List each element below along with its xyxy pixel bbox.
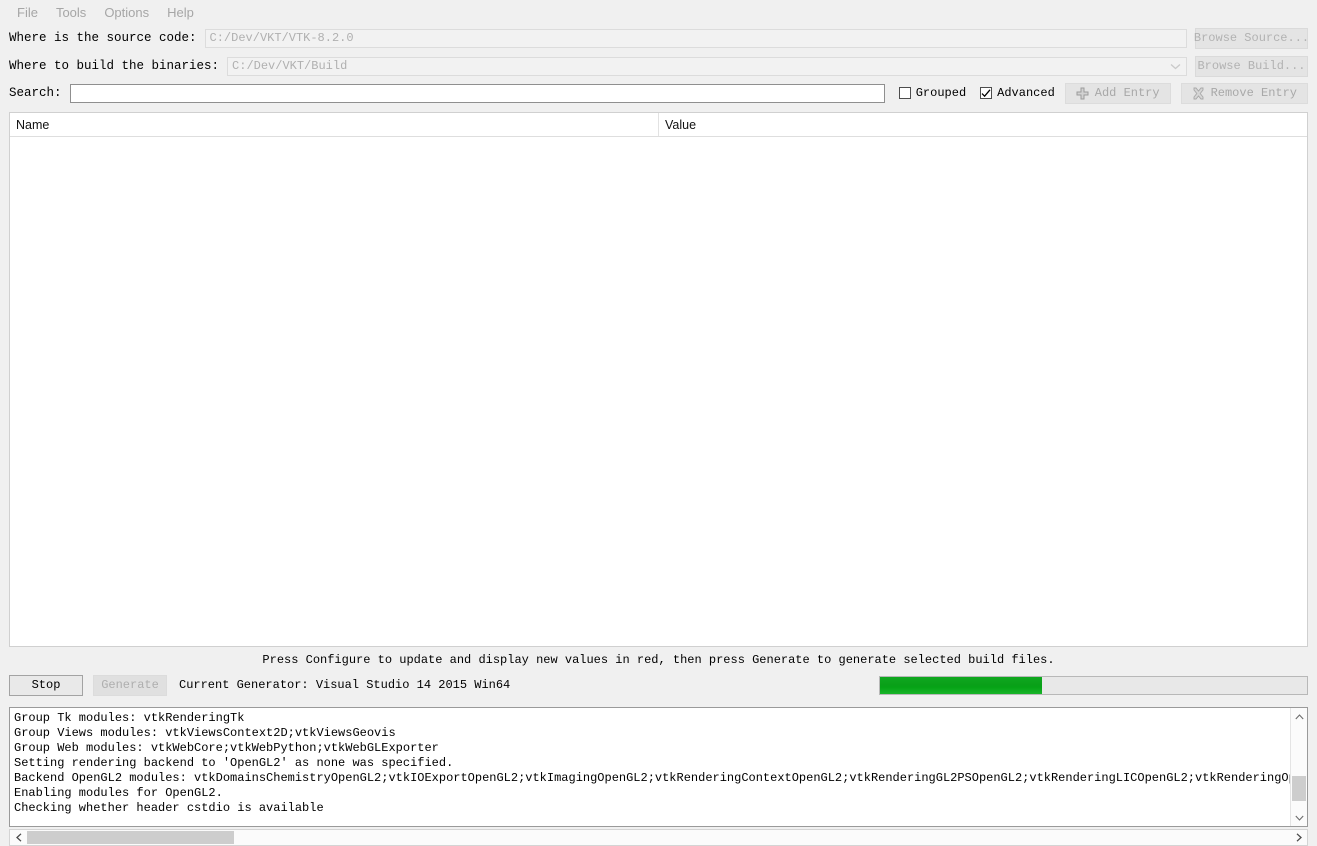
grouped-checkbox-box[interactable]	[898, 87, 911, 99]
scroll-right-icon[interactable]	[1290, 833, 1307, 842]
table-body[interactable]	[10, 137, 1307, 646]
search-label: Search:	[9, 86, 62, 100]
scroll-up-icon[interactable]	[1291, 708, 1307, 725]
plus-icon	[1076, 87, 1089, 100]
advanced-checkbox-label: Advanced	[997, 86, 1055, 100]
build-path-value: C:/Dev/VKT/Build	[232, 59, 348, 73]
log-vertical-scrollbar[interactable]	[1290, 708, 1307, 826]
remove-entry-label: Remove Entry	[1210, 86, 1297, 100]
table-header-row: Name Value	[10, 113, 1307, 137]
log-line: Backend OpenGL2 modules: vtkDomainsChemi…	[14, 771, 1290, 785]
progress-bar-fill	[880, 676, 1043, 694]
stop-button[interactable]: Stop	[9, 674, 83, 696]
log-hscroll-thumb[interactable]	[27, 831, 234, 844]
log-line: Group Web modules: vtkWebCore;vtkWebPyth…	[14, 741, 439, 755]
log-line: Setting rendering backend to 'OpenGL2' a…	[14, 756, 454, 770]
column-header-name[interactable]: Name	[10, 113, 659, 136]
log-vscroll-thumb[interactable]	[1292, 776, 1306, 801]
source-path-input[interactable]: C:/Dev/VKT/VTK-8.2.0	[204, 28, 1187, 48]
build-path-row: Where to build the binaries: C:/Dev/VKT/…	[9, 52, 1308, 80]
column-header-value[interactable]: Value	[659, 113, 1307, 136]
menu-options[interactable]: Options	[95, 3, 158, 22]
scroll-down-icon[interactable]	[1291, 809, 1307, 826]
build-path-label: Where to build the binaries:	[9, 59, 220, 73]
log-text-area[interactable]: Group Tk modules: vtkRenderingTk Group V…	[10, 708, 1290, 826]
log-output-panel[interactable]: Group Tk modules: vtkRenderingTk Group V…	[9, 707, 1308, 827]
search-input[interactable]	[69, 83, 885, 103]
source-path-label: Where is the source code:	[9, 31, 197, 45]
menu-tools[interactable]: Tools	[47, 3, 95, 22]
menu-bar: File Tools Options Help	[0, 0, 1317, 24]
build-path-combo[interactable]: C:/Dev/VKT/Build	[227, 56, 1187, 76]
path-form: Where is the source code: C:/Dev/VKT/VTK…	[0, 24, 1317, 106]
current-generator-label: Current Generator: Visual Studio 14 2015…	[179, 678, 511, 692]
menu-file[interactable]: File	[8, 3, 47, 22]
browse-build-button[interactable]: Browse Build...	[1195, 55, 1308, 77]
chevron-down-icon[interactable]	[1167, 58, 1183, 75]
add-entry-button[interactable]: Add Entry	[1064, 82, 1171, 104]
log-line: Checking whether header cstdio is availa…	[14, 801, 324, 815]
search-row: Search: Grouped Advanced Add Entry Remov…	[9, 80, 1308, 106]
action-row: Stop Generate Current Generator: Visual …	[0, 671, 1317, 699]
menu-help[interactable]: Help	[158, 3, 203, 22]
add-entry-label: Add Entry	[1094, 86, 1160, 100]
grouped-checkbox[interactable]: Grouped	[898, 86, 967, 100]
log-vscroll-groove[interactable]	[1291, 725, 1307, 809]
cache-entries-table[interactable]: Name Value	[9, 112, 1308, 647]
log-line: Group Views modules: vtkViewsContext2D;v…	[14, 726, 396, 740]
source-path-row: Where is the source code: C:/Dev/VKT/VTK…	[9, 24, 1309, 52]
remove-entry-button[interactable]: Remove Entry	[1180, 82, 1308, 104]
advanced-checkbox[interactable]: Advanced	[980, 86, 1055, 100]
log-line: Enabling modules for OpenGL2.	[14, 786, 223, 800]
scroll-left-icon[interactable]	[10, 833, 27, 842]
log-horizontal-scrollbar[interactable]	[9, 829, 1308, 846]
configure-hint-text: Press Configure to update and display ne…	[262, 653, 1055, 667]
log-line: Group Tk modules: vtkRenderingTk	[14, 711, 245, 725]
generate-button[interactable]: Generate	[93, 674, 167, 696]
advanced-checkbox-box[interactable]	[980, 87, 993, 99]
progress-bar	[879, 675, 1308, 695]
x-mark-icon	[1192, 87, 1205, 100]
browse-source-button[interactable]: Browse Source...	[1194, 27, 1309, 49]
check-icon	[981, 88, 991, 97]
grouped-checkbox-label: Grouped	[915, 86, 967, 100]
